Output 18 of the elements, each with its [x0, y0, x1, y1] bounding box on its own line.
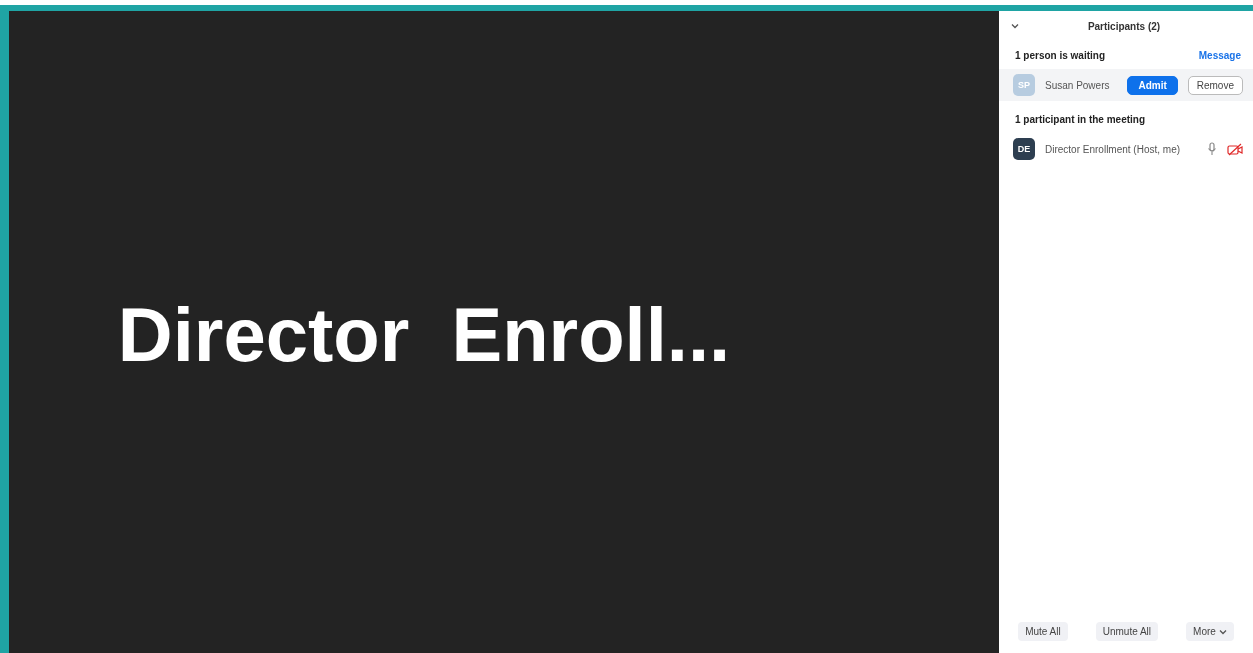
message-link[interactable]: Message — [1198, 49, 1241, 61]
caret-icon — [1218, 628, 1227, 635]
remove-button[interactable]: Remove — [1187, 75, 1243, 95]
avatar: DE — [1013, 138, 1035, 160]
participant-name: Director Enroll... — [117, 290, 731, 378]
participant-name: Director Enrollment (Host, me) — [1045, 143, 1182, 155]
collapse-icon[interactable] — [1011, 23, 1019, 29]
waiting-heading: 1 person is waiting — [1015, 49, 1106, 61]
avatar: SP — [1013, 74, 1035, 96]
camera-off-icon[interactable] — [1227, 142, 1243, 156]
participant-name: Susan Powers — [1045, 79, 1111, 91]
panel-title: Participants (2) — [1086, 20, 1162, 32]
footer-button[interactable]: Mute All — [1018, 622, 1068, 641]
microphone-icon[interactable] — [1207, 142, 1217, 156]
admit-button[interactable]: Admit — [1127, 75, 1178, 95]
footer-button[interactable]: Unmute All — [1095, 622, 1159, 641]
more-menu-button[interactable]: More — [1186, 622, 1234, 641]
meeting-heading: 1 participant in the meeting — [1015, 113, 1146, 125]
